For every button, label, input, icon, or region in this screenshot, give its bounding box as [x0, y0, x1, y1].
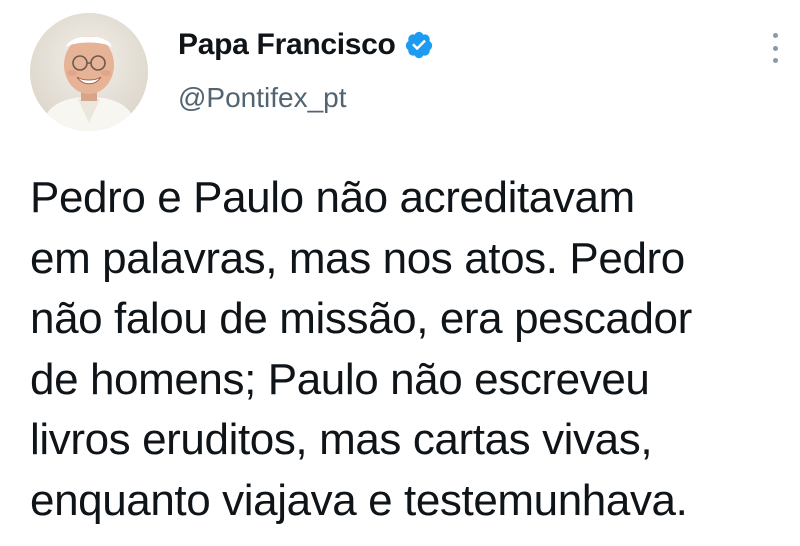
more-dot: [772, 33, 778, 38]
tweet-text-line: enquanto viajava e testemunhava.: [30, 475, 688, 525]
display-name[interactable]: Papa Francisco: [178, 28, 396, 62]
tweet-text-line: Pedro e Paulo não acreditavam: [30, 173, 635, 222]
tweet-text-line: não falou de missão, era pescador: [30, 294, 692, 343]
author-handle[interactable]: @Pontifex_pt: [178, 82, 347, 114]
tweet-text-line: em palavras, mas nos atos. Pedro: [30, 233, 685, 283]
more-options-icon[interactable]: [768, 33, 782, 63]
tweet-text-line: de homens; Paulo não escreveu: [30, 354, 650, 404]
tweet-text: Pedro e Paulo não acreditavam em palavra…: [30, 168, 790, 531]
tweet-text-line: livros eruditos, mas cartas vivas,: [30, 415, 653, 464]
more-dot: [772, 58, 778, 63]
verified-badge-icon: [404, 30, 434, 60]
author-name-row: Papa Francisco: [178, 27, 434, 63]
avatar-photo-icon: [30, 13, 148, 131]
more-dot: [772, 45, 778, 51]
avatar[interactable]: [30, 13, 148, 131]
tweet-card: Papa Francisco @Pontifex_pt Pedro e Paul…: [0, 0, 800, 546]
